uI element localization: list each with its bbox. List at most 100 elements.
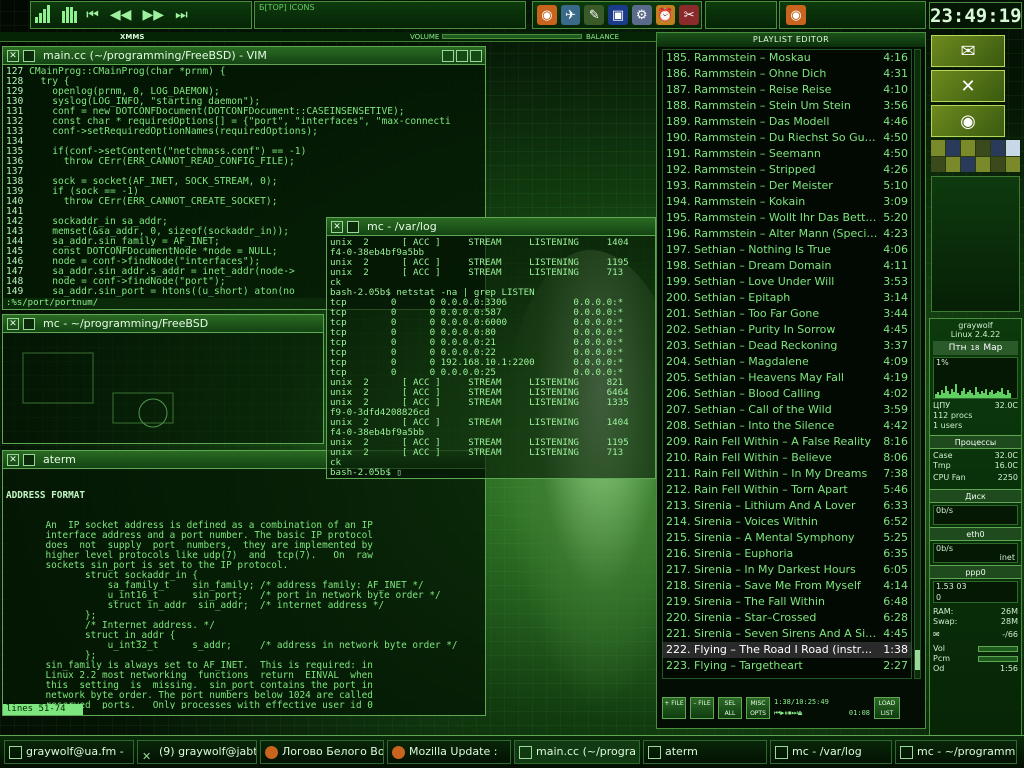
- firefox-launcher-icon[interactable]: ◉: [537, 5, 557, 25]
- playlist-track[interactable]: 207. Sethian – Call of the Wild 3:59: [663, 402, 911, 418]
- dock-firefox-icon[interactable]: ◉: [931, 105, 1005, 137]
- minimize-icon[interactable]: [442, 49, 454, 62]
- playlist-track[interactable]: 191. Rammstein – Seemann 4:50: [663, 146, 911, 162]
- playlist-track[interactable]: 195. Rammstein – Wollt Ihr Das Bett In F…: [663, 210, 911, 226]
- playlist-track[interactable]: 206. Sethian – Blood Calling 4:02: [663, 386, 911, 402]
- playlist-editor[interactable]: PLAYLIST EDITOR 185. Rammstein – Moskau 4…: [656, 32, 926, 729]
- playlist-track[interactable]: 215. Sirenia – A Mental Symphony 5:25: [663, 530, 911, 546]
- window-menu-icon[interactable]: [23, 453, 35, 466]
- dock-pager[interactable]: [931, 140, 1020, 172]
- add-file-button[interactable]: + FILE: [662, 697, 686, 719]
- playlist-track[interactable]: 214. Sirenia – Voices Within 6:52: [663, 514, 911, 530]
- playlist-track[interactable]: 205. Sethian – Heavens May Fall 4:19: [663, 370, 911, 386]
- pager-panel[interactable]: Б[ТОР] ICONS: [254, 1, 526, 29]
- dock-x-icon[interactable]: ✕: [931, 70, 1005, 102]
- apps-launcher-icon[interactable]: ✂: [679, 5, 700, 25]
- playlist-track[interactable]: 188. Rammstein – Stein Um Stein 3:56: [663, 98, 911, 114]
- firefox-tray-icon[interactable]: ◉: [786, 5, 806, 25]
- misc-options-button[interactable]: MISC OPTS: [746, 697, 770, 719]
- xmms-next-button[interactable]: ⏭: [175, 2, 188, 28]
- aterm-buffer[interactable]: ADDRESS FORMAT An IP socket address is d…: [3, 469, 485, 710]
- playlist-mini-controls[interactable]: ⏮▶⏸⏹⏭⏏: [774, 708, 802, 719]
- editor-launcher-icon[interactable]: ✎: [584, 5, 605, 25]
- playlist-track[interactable]: 200. Sethian – Epitaph 3:14: [663, 290, 911, 306]
- playlist-track[interactable]: 222. Flying – The Road I Road (instrumen…: [663, 642, 911, 658]
- mc-log-buffer[interactable]: unix 2 [ ACC ] STREAM LISTENING 1404 f4-0…: [327, 236, 655, 477]
- task-jabber[interactable]: ✕ (9) graywolf@jabt: [137, 740, 257, 764]
- playlist-track[interactable]: 223. Flying – Targetheart 2:27: [663, 658, 911, 674]
- xmms-rewind-button[interactable]: ◀◀: [110, 2, 132, 28]
- plane-launcher-icon[interactable]: ✈: [560, 5, 581, 25]
- xmms-prev-button[interactable]: ⏮: [86, 2, 99, 28]
- playlist-track[interactable]: 197. Sethian – Nothing Is True 4:06: [663, 242, 911, 258]
- playlist-track[interactable]: 220. Sirenia – Star–Crossed 6:28: [663, 610, 911, 626]
- playlist-track[interactable]: 221. Sirenia – Seven Sirens And A Silver…: [663, 626, 911, 642]
- playlist-track[interactable]: 209. Rain Fell Within – A False Reality 8…: [663, 434, 911, 450]
- playlist-track[interactable]: 199. Sethian – Love Under Will 3:53: [663, 274, 911, 290]
- xmms-volume-slider[interactable]: [442, 34, 582, 39]
- playlist-scroll-thumb[interactable]: [915, 650, 920, 670]
- load-list-button[interactable]: LOAD LIST: [874, 697, 900, 719]
- remove-file-button[interactable]: – FILE: [690, 697, 714, 719]
- aterm-window[interactable]: ✕ aterm ADDRESS FORMAT An IP socket addr…: [2, 450, 486, 716]
- gk-ppp-graph: 1.53 03 0: [933, 581, 1018, 603]
- select-all-button[interactable]: SEL ALL: [718, 697, 742, 719]
- close-icon[interactable]: ✕: [7, 453, 19, 466]
- task-mail[interactable]: graywolf@ua.fm -: [4, 740, 134, 764]
- task-firefox-1[interactable]: Логово Белого Вол: [260, 740, 384, 764]
- playlist-track[interactable]: 210. Rain Fell Within – Believe 8:06: [663, 450, 911, 466]
- playlist-track[interactable]: 185. Rammstein – Moskau 4:16: [663, 50, 911, 66]
- playlist-track[interactable]: 217. Sirenia – In My Darkest Hours 6:05: [663, 562, 911, 578]
- gk-cpu-graph: 1%: [933, 357, 1018, 399]
- playlist-track[interactable]: 202. Sethian – Purity In Sorrow 4:45: [663, 322, 911, 338]
- task-firefox-2[interactable]: Mozilla Update :: [387, 740, 511, 764]
- task-mc-log[interactable]: mc - /var/log: [770, 740, 892, 764]
- playlist-track[interactable]: 190. Rammstein – Du Riechst So Gut (Sing…: [663, 130, 911, 146]
- task-label: graywolf@ua.fm -: [26, 745, 124, 758]
- window-menu-icon[interactable]: [23, 49, 35, 62]
- playlist-track[interactable]: 216. Sirenia – Euphoria 6:35: [663, 546, 911, 562]
- playlist-track[interactable]: 187. Rammstein – Reise Reise 4:10: [663, 82, 911, 98]
- shade-icon[interactable]: [470, 49, 482, 62]
- maximize-icon[interactable]: [456, 49, 468, 62]
- task-vim[interactable]: main.cc (~/progra: [514, 740, 640, 764]
- playlist-scrollbar[interactable]: [914, 49, 921, 679]
- settings-launcher-icon[interactable]: ⚙: [631, 5, 652, 25]
- vim-titlebar[interactable]: ✕ main.cc (~/programming/FreeBSD) - VIM: [3, 47, 485, 65]
- mc-log-window[interactable]: ✕ mc - /var/log unix 2 [ ACC ] STREAM LI…: [326, 217, 656, 479]
- mc-freebsd-window[interactable]: ✕ mc - ~/programming/FreeBSD: [2, 314, 324, 444]
- playlist-track[interactable]: 219. Sirenia – The Fall Within 6:48: [663, 594, 911, 610]
- playlist-track[interactable]: 186. Rammstein – Ohne Dich 4:31: [663, 66, 911, 82]
- mc-freebsd-titlebar[interactable]: ✕ mc - ~/programming/FreeBSD: [3, 315, 323, 333]
- playlist-track[interactable]: 211. Rain Fell Within – In My Dreams 7:38: [663, 466, 911, 482]
- playlist-track[interactable]: 192. Rammstein – Stripped 4:26: [663, 162, 911, 178]
- terminal-launcher-icon[interactable]: ▣: [608, 5, 628, 25]
- close-icon[interactable]: ✕: [331, 220, 343, 233]
- playlist-track[interactable]: 198. Sethian – Dream Domain 4:11: [663, 258, 911, 274]
- playlist-track[interactable]: 189. Rammstein – Das Modell 4:46: [663, 114, 911, 130]
- close-icon[interactable]: ✕: [7, 317, 19, 330]
- playlist-track[interactable]: 212. Rain Fell Within – Torn Apart 5:46: [663, 482, 911, 498]
- close-icon[interactable]: ✕: [7, 49, 19, 62]
- playlist-track[interactable]: 218. Sirenia – Save Me From Myself 4:14: [663, 578, 911, 594]
- window-menu-icon[interactable]: [347, 220, 359, 233]
- playlist-track[interactable]: 204. Sethian – Magdalene 4:09: [663, 354, 911, 370]
- playlist-track[interactable]: 196. Rammstein – Alter Mann (Special Ver…: [663, 226, 911, 242]
- clock-launcher-icon[interactable]: ⏰: [655, 5, 676, 25]
- playlist-track[interactable]: 213. Sirenia – Lithium And A Lover 6:33: [663, 498, 911, 514]
- playlist-track[interactable]: 201. Sethian – Too Far Gone 3:44: [663, 306, 911, 322]
- playlist-track[interactable]: 193. Rammstein – Der Meister 5:10: [663, 178, 911, 194]
- playlist-track[interactable]: 208. Sethian – Into the Silence 4:42: [663, 418, 911, 434]
- gk-pcm-slider[interactable]: [978, 656, 1018, 662]
- playlist-list[interactable]: 185. Rammstein – Moskau 4:16 186. Rammstei…: [662, 49, 912, 679]
- window-menu-icon[interactable]: [23, 317, 35, 330]
- task-mc-freebsd[interactable]: mc - ~/programmir: [895, 740, 1017, 764]
- dock-mail-icon[interactable]: ✉: [931, 35, 1005, 67]
- task-aterm[interactable]: aterm: [643, 740, 767, 764]
- mc-log-titlebar[interactable]: ✕ mc - /var/log: [327, 218, 655, 236]
- gk-vol-slider[interactable]: [978, 646, 1018, 652]
- playlist-track[interactable]: 203. Sethian – Dead Reckoning 3:37: [663, 338, 911, 354]
- gk-mail-icon[interactable]: ✉: [933, 630, 940, 640]
- xmms-forward-button[interactable]: ▶▶: [143, 2, 165, 28]
- playlist-track[interactable]: 194. Rammstein – Kokain 3:09: [663, 194, 911, 210]
